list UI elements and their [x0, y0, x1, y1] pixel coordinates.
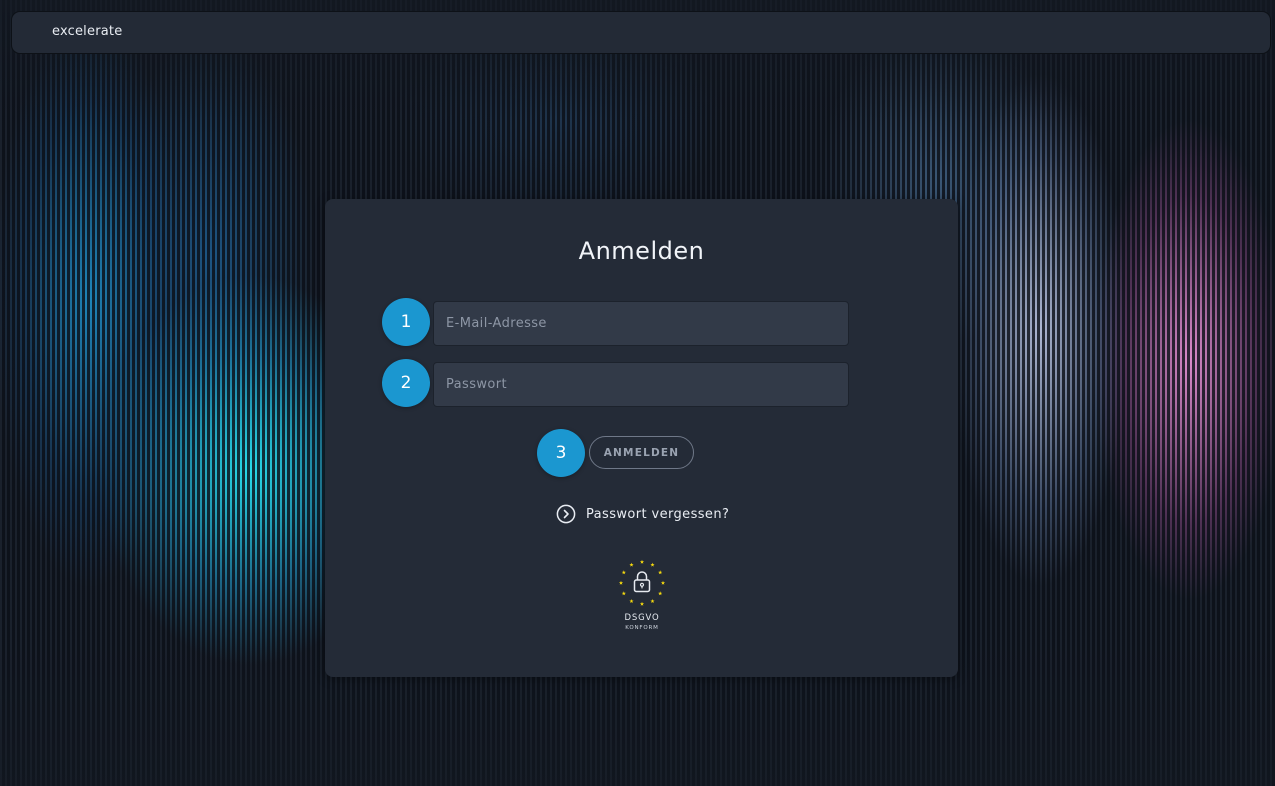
lock-icon [633, 571, 651, 593]
step-badge-1: 1 [382, 298, 430, 346]
forgot-password-label: Passwort vergessen? [586, 506, 730, 522]
login-title: Anmelden [578, 237, 705, 265]
eu-star-icon [658, 591, 663, 596]
email-input[interactable] [433, 301, 849, 346]
eu-star-icon [621, 591, 626, 596]
top-navigation-bar: excelerate [11, 11, 1271, 54]
chevron-right-circle-icon [556, 504, 576, 524]
gdpr-title: DSGVO [624, 613, 660, 623]
eu-star-icon [639, 559, 645, 564]
step-badge-2: 2 [382, 359, 430, 407]
eu-star-icon [658, 570, 663, 575]
gdpr-subtitle: KONFORM [625, 625, 659, 631]
login-card: Anmelden 1 2 3 ANMELDEN Passwort vergess… [325, 199, 958, 677]
eu-star-icon [618, 580, 624, 585]
eu-star-icon [639, 601, 645, 606]
gdpr-compliance-badge: DSGVO KONFORM [611, 557, 673, 637]
login-button[interactable]: ANMELDEN [589, 436, 694, 469]
eu-star-icon [629, 562, 634, 567]
eu-star-icon [650, 562, 655, 567]
password-input[interactable] [433, 362, 849, 407]
forgot-password-link[interactable]: Passwort vergessen? [556, 503, 729, 525]
eu-star-icon [650, 598, 655, 603]
eu-star-icon [621, 570, 626, 575]
eu-star-icon [629, 598, 634, 603]
step-badge-3: 3 [537, 429, 585, 477]
eu-star-icon [660, 580, 666, 585]
eu-stars-lock-icon [618, 559, 666, 606]
brand-logo[interactable]: excelerate [52, 24, 122, 39]
